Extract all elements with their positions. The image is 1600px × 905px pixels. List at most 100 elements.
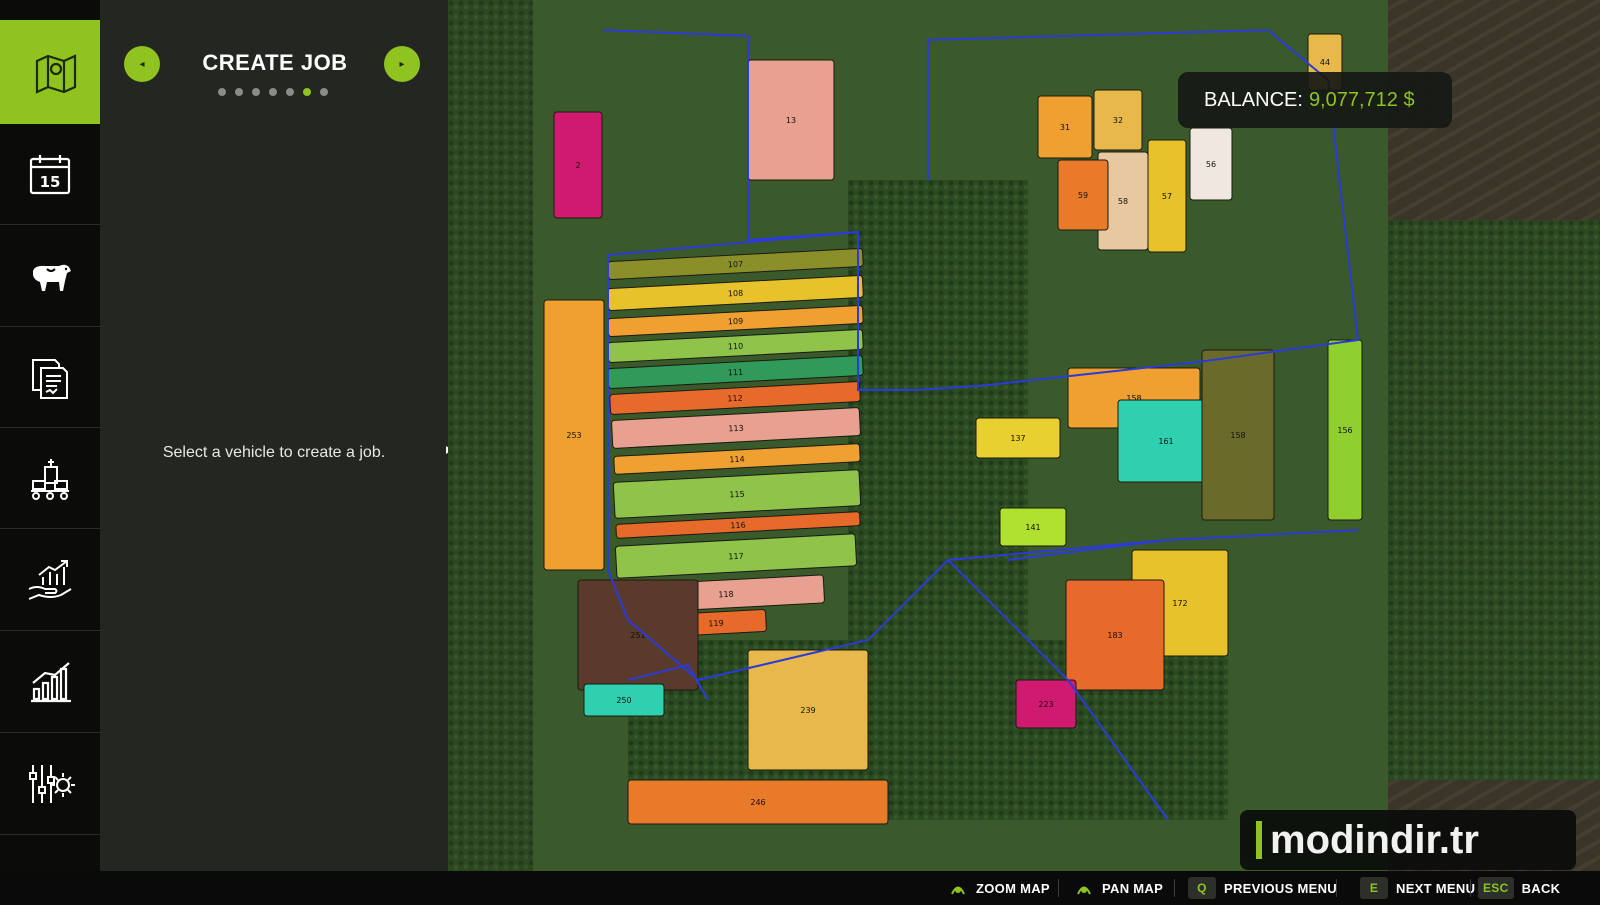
watermark-text: modindir.tr: [1270, 817, 1479, 862]
field-number: 113: [728, 424, 744, 434]
field-number: 56: [1206, 160, 1216, 169]
field-number: 183: [1107, 631, 1122, 640]
nav-calendar[interactable]: 15: [0, 124, 100, 225]
farm-map[interactable]: 107 108 109 110 111 112 113 114 115 116 117 118 119 2…: [448, 0, 1600, 871]
map-field[interactable]: 246: [627, 779, 889, 825]
field-number: 158: [1230, 431, 1245, 440]
instruction-text: Select a vehicle to create a job.: [162, 444, 386, 461]
page-dot[interactable]: [269, 88, 277, 96]
page-dot[interactable]: [218, 88, 226, 96]
field-number: 114: [729, 455, 745, 465]
map-field[interactable]: 13: [747, 59, 835, 181]
hint-back[interactable]: ESC BACK: [1478, 871, 1560, 905]
nav-finances[interactable]: [0, 530, 100, 631]
field-number: 223: [1038, 700, 1053, 709]
key-esc: ESC: [1478, 877, 1514, 899]
map-field[interactable]: 57: [1147, 139, 1187, 253]
page-indicator: [218, 88, 328, 96]
nav-map[interactable]: [0, 20, 112, 124]
field-number: 116: [730, 521, 746, 531]
field-number: 141: [1025, 523, 1040, 532]
map-field[interactable]: 158: [1201, 349, 1275, 521]
field-number: 246: [750, 798, 765, 807]
nav-contracts[interactable]: [0, 327, 100, 428]
page-dot[interactable]: [303, 88, 311, 96]
divider: [1058, 879, 1059, 897]
map-field[interactable]: 141: [999, 507, 1067, 547]
field-number: 58: [1118, 197, 1128, 206]
map-field[interactable]: 2: [553, 111, 603, 219]
field-number: 2: [575, 161, 580, 170]
nav-production[interactable]: [0, 428, 100, 529]
balance-display: BALANCE: 9,077,712 $: [1178, 72, 1452, 128]
field-number: 250: [616, 696, 631, 705]
map-field[interactable]: 250: [583, 683, 665, 717]
map-canvas[interactable]: 107 108 109 110 111 112 113 114 115 116 117 118 119 2…: [448, 0, 1600, 871]
field-number: 239: [800, 706, 815, 715]
map-field[interactable]: 56: [1189, 127, 1233, 201]
page-dot[interactable]: [252, 88, 260, 96]
page-dot[interactable]: [286, 88, 294, 96]
page-dot[interactable]: [235, 88, 243, 96]
key-e: E: [1360, 877, 1388, 899]
divider: [1470, 879, 1471, 897]
hint-previous-menu[interactable]: Q PREVIOUS MENU: [1188, 871, 1337, 905]
create-job-panel: [100, 0, 448, 871]
field-number: 119: [708, 619, 724, 629]
watermark: modindir.tr: [1240, 810, 1576, 870]
field-number: 115: [729, 490, 745, 500]
field-number: 107: [728, 260, 744, 270]
nav-animals[interactable]: [0, 226, 100, 327]
next-page-button[interactable]: ▸: [384, 46, 420, 82]
balance-amount: 9,077,712 $: [1308, 88, 1415, 111]
hint-pan-label: PAN MAP: [1102, 880, 1164, 896]
previous-page-button[interactable]: ◂: [124, 46, 160, 82]
calendar-icon: 15: [29, 155, 71, 195]
map-field[interactable]: 253: [543, 299, 605, 571]
nav-settings[interactable]: [0, 734, 100, 835]
field-number: 109: [728, 317, 744, 327]
map-field[interactable]: 239: [747, 649, 869, 771]
nav-statistics[interactable]: [0, 632, 100, 733]
screen: FPS16CPU47 °C4190 MHz32 WGPU51°C2520MHz7…: [0, 0, 1600, 905]
map-icon: [35, 54, 77, 94]
divider: [1174, 879, 1175, 897]
field-number: 117: [728, 552, 744, 562]
cow-icon: [33, 264, 71, 291]
field-number: 253: [566, 431, 581, 440]
field-number: 161: [1158, 437, 1173, 446]
contracts-icon: [32, 359, 68, 399]
field-number: 31: [1060, 123, 1070, 132]
page-dot[interactable]: [320, 88, 328, 96]
field-number: 44: [1320, 58, 1330, 67]
map-field[interactable]: 59: [1057, 159, 1109, 231]
map-field[interactable]: 156: [1327, 339, 1363, 521]
control-hints-bar: ZOOM MAP PAN MAP Q PREVIOUS MENU E NEXT …: [0, 871, 1600, 905]
field-number: 118: [718, 590, 734, 600]
field-number: 13: [786, 116, 796, 125]
map-field[interactable]: 161: [1117, 399, 1215, 483]
map-field[interactable]: 223: [1015, 679, 1077, 729]
balance-label: BALANCE:: [1204, 88, 1303, 111]
statistics-icon: [31, 662, 71, 703]
chevron-left-icon: ◂: [139, 58, 145, 70]
hint-next-label: NEXT MENU: [1396, 880, 1476, 896]
map-field[interactable]: 251: [577, 579, 699, 691]
page-title: CREATE JOB: [202, 50, 348, 75]
hint-zoom-map[interactable]: ZOOM MAP: [948, 871, 1050, 905]
divider: [1336, 879, 1337, 897]
finance-icon: [28, 560, 72, 600]
field-number: 156: [1337, 426, 1352, 435]
hint-next-menu[interactable]: E NEXT MENU: [1360, 871, 1475, 905]
field-number: 110: [728, 342, 744, 352]
field-number: 172: [1172, 599, 1187, 608]
hint-pan-map[interactable]: PAN MAP: [1074, 871, 1163, 905]
field-number: 32: [1113, 116, 1123, 125]
map-field[interactable]: 31: [1037, 95, 1093, 159]
field-number: 112: [727, 394, 743, 404]
chevron-right-icon: ▸: [399, 58, 405, 70]
hint-zoom-label: ZOOM MAP: [976, 880, 1050, 896]
map-field[interactable]: 183: [1065, 579, 1165, 691]
map-field[interactable]: 137: [975, 417, 1061, 459]
map-field[interactable]: 32: [1093, 89, 1143, 151]
